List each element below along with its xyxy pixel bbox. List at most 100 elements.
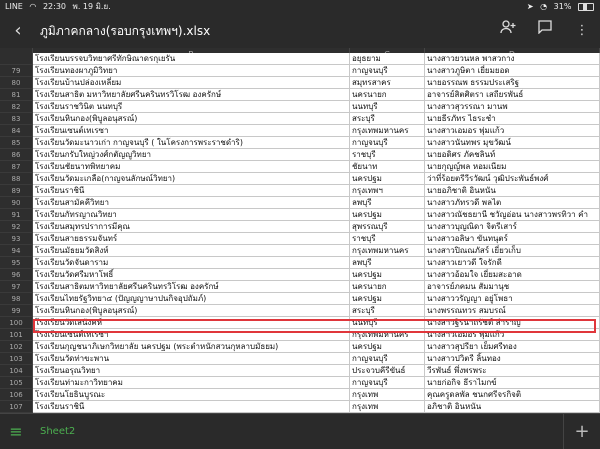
cell-contact[interactable]: นางสาวสุวรรณา มานพ	[425, 101, 600, 113]
cell-contact[interactable]: นายธีรภัทร ไธระชำ	[425, 113, 600, 125]
cell-contact[interactable]: นางสาวเอมอร พุ่มแก้ว	[425, 125, 600, 137]
cell-contact[interactable]: นางสาวยวนหล พาสวกาง	[425, 53, 600, 65]
row-number[interactable]: 98	[0, 293, 33, 305]
table-row[interactable]: 85 โรงเรียนวัดมะนาวเก่า กาญจนบุรี ( ในโคร…	[0, 137, 600, 149]
cell-school[interactable]: โรงเรียนสาธิต มหาวิทยาลัยศรีนครินทรวิโรฒ…	[33, 89, 350, 101]
row-number[interactable]: 99	[0, 305, 33, 317]
cell-contact[interactable]: นางสาวอลิษา ขันทนุตร์	[425, 233, 600, 245]
table-row[interactable]: 84 โรงเรียนเซนต์เทเรซา กรุงเทพมหานคร นางสาว…	[0, 125, 600, 137]
cell-province[interactable]: นครปฐม	[350, 173, 425, 185]
cell-province[interactable]: กาญจนบุรี	[350, 353, 425, 365]
cell-province[interactable]: สมุทรสาคร	[350, 77, 425, 89]
row-number[interactable]: 93	[0, 233, 33, 245]
cell-school[interactable]: โรงเรียนกรับใหญ่วงศ์กตัญญูวิทยา	[33, 149, 350, 161]
sheets-list-icon[interactable]: ≡	[6, 422, 26, 442]
cell-contact[interactable]: นางสาววรัญญา อยู่โพธา	[425, 293, 600, 305]
table-row[interactable]: 86 โรงเรียนกรับใหญ่วงศ์กตัญญูวิทยา ราชบุรี…	[0, 149, 600, 161]
cell-province[interactable]: ราชบุรี	[350, 149, 425, 161]
table-row[interactable]: 95 โรงเรียนวัดจันดาราม ลพบุรี นางสาวเยาวดี …	[0, 257, 600, 269]
cell-contact[interactable]: นายอภิชาติ อินหนัน	[425, 185, 600, 197]
cell-province[interactable]: กรุงเทพฯ	[350, 185, 425, 197]
cell-school[interactable]: โรงเรียนโยธินบูรณะ	[33, 389, 350, 401]
cell-school[interactable]: โรงเรียนชัยนาทพิทยาคม	[33, 161, 350, 173]
cell-school[interactable]: โรงเรียนวัดท่าขะพาน	[33, 353, 350, 365]
table-row[interactable]: 102 โรงเรียนกุญชนาภิเษกวิทยาลัย นครปฐม (พ…	[0, 341, 600, 353]
cell-province[interactable]: อยุธยาม	[350, 53, 425, 65]
row-number[interactable]: 105	[0, 377, 33, 389]
cell-contact[interactable]: นางสาวเอมอร พุ่มแก้ว	[425, 329, 600, 341]
add-sheet-button[interactable]: +	[563, 414, 600, 449]
table-row[interactable]: โรงเรียนบรรจบวิทยาศรีทักษิณาดรกุเยรัน อยุ…	[0, 53, 600, 65]
cell-contact[interactable]: อาจารย์สิตศิตรา เสถียรพันธ์	[425, 89, 600, 101]
table-row[interactable]: 80 โรงเรียนบ้านปล่องเหลี่ยม สมุทรสาคร นายอร…	[0, 77, 600, 89]
cell-province[interactable]: กรุงเทพ	[350, 401, 425, 413]
cell-contact[interactable]: นางสาวภัทรวดี พลไต	[425, 197, 600, 209]
cell-contact[interactable]: นางสาวภูษิตา เยี่ยมยอด	[425, 65, 600, 77]
row-number[interactable]: 86	[0, 149, 33, 161]
cell-school[interactable]: โรงเรียนกุญชนาภิเษกวิทยาลัย นครปฐม (พระต…	[33, 341, 350, 353]
row-number[interactable]: 92	[0, 221, 33, 233]
row-number[interactable]: 104	[0, 365, 33, 377]
row-number[interactable]: 103	[0, 353, 33, 365]
cell-province[interactable]: สระบุรี	[350, 305, 425, 317]
table-row[interactable]: 79 โรงเรียนทองผาภูมิวิทยา กาญจนบุรี นางสาวภ…	[0, 65, 600, 77]
cell-contact[interactable]: นางสาวอ้อมใจ เยี่ยมสะอาด	[425, 269, 600, 281]
table-row[interactable]: 90 โรงเรียนสามัคคีวิทยา ลพบุรี นางสาวภัทรวด…	[0, 197, 600, 209]
table-row[interactable]: 93 โรงเรียนสายธรรมจันทร์ ราชบุรี นางสาวอลิษ…	[0, 233, 600, 245]
row-number[interactable]: 81	[0, 89, 33, 101]
cell-school[interactable]: โรงเรียนอรุณวิทยา	[33, 365, 350, 377]
cell-school[interactable]: โรงเรียนราชินี	[33, 185, 350, 197]
row-number[interactable]: 84	[0, 125, 33, 137]
cell-contact[interactable]: นางสาวฐิรนาถรัชต์ สำราญ	[425, 317, 600, 329]
row-number[interactable]: 89	[0, 185, 33, 197]
cell-province[interactable]: นครนายก	[350, 281, 425, 293]
cell-school[interactable]: โรงเรียนบ้านปล่องเหลี่ยม	[33, 77, 350, 89]
cell-school[interactable]: โรงเรียนมัธยมวัดสิงห์	[33, 245, 350, 257]
cell-province[interactable]: กรุงเทพมหานคร	[350, 245, 425, 257]
table-row[interactable]: 83 โรงเรียนหินกอง(พิบูลอนุสรณ์) สระบุรี นาย…	[0, 113, 600, 125]
cell-province[interactable]: กรุงเทพมหานคร	[350, 125, 425, 137]
cell-school[interactable]: โรงเรียนเซนต์เทเรซา	[33, 125, 350, 137]
cell-contact[interactable]: นางสาวบุญณิดา จิตรีเสาร์	[425, 221, 600, 233]
row-number[interactable]: 100	[0, 317, 33, 329]
row-number[interactable]: 83	[0, 113, 33, 125]
cell-contact[interactable]: นางพรรณทวร สมบรณ์	[425, 305, 600, 317]
cell-contact[interactable]: นางสาวนันทพร มุขวัฒน์	[425, 137, 600, 149]
row-number[interactable]: 82	[0, 101, 33, 113]
sheet-tab[interactable]: Sheet2	[30, 414, 85, 449]
row-number[interactable]: 101	[0, 329, 33, 341]
table-row[interactable]: 97 โรงเรียนสาธิตมหาวิทยาลัยศรีนครินทรวิโร…	[0, 281, 600, 293]
cell-school[interactable]: โรงเรียนสมุทรปราการมีคุณ	[33, 221, 350, 233]
cell-school[interactable]: โรงเรียนเซนต์เทเรซา	[33, 329, 350, 341]
row-number[interactable]: 96	[0, 269, 33, 281]
cell-province[interactable]: นครปฐม	[350, 209, 425, 221]
cell-province[interactable]: กรุงเทพ	[350, 389, 425, 401]
row-number[interactable]	[0, 53, 33, 65]
row-number[interactable]: 85	[0, 137, 33, 149]
cell-contact[interactable]: วีรพันธ์ พึ่งพรพระ	[425, 365, 600, 377]
row-number[interactable]: 88	[0, 173, 33, 185]
table-row[interactable]: 87 โรงเรียนชัยนาทพิทยาคม ชัยนาท นายกุญญ์พล …	[0, 161, 600, 173]
row-number[interactable]: 95	[0, 257, 33, 269]
row-number[interactable]: 94	[0, 245, 33, 257]
table-row[interactable]: 88 โรงเรียนวัดมะเกลือ(กาญจนลักษณ์วิทยา) นค…	[0, 173, 600, 185]
cell-province[interactable]: ลพบุรี	[350, 257, 425, 269]
row-number[interactable]: 102	[0, 341, 33, 353]
row-number[interactable]: 90	[0, 197, 33, 209]
table-row[interactable]: 106 โรงเรียนโยธินบูรณะ กรุงเทพ คุณครูดลพัล …	[0, 389, 600, 401]
cell-contact[interactable]: ว่าที่ร้อยตรีวีรวัฒน์ วุฒิประพันธ์พงศ์	[425, 173, 600, 185]
cell-contact[interactable]: นายอรรณพ ธรรมประเสริฐ	[425, 77, 600, 89]
cell-province[interactable]: ประจวบคีรีขันธ์	[350, 365, 425, 377]
cell-province[interactable]: กาญจนบุรี	[350, 137, 425, 149]
cell-province[interactable]: สระบุรี	[350, 113, 425, 125]
cell-school[interactable]: โรงเรียนวัดศรีมหาโพธิ์	[33, 269, 350, 281]
table-row[interactable]: 96 โรงเรียนวัดศรีมหาโพธิ์ นครปฐม นางสาวอ้อม…	[0, 269, 600, 281]
back-arrow-icon[interactable]: ‹	[8, 21, 28, 41]
cell-school[interactable]: โรงเรียนสาธิตมหาวิทยาลัยศรีนครินทรวิโรฒ …	[33, 281, 350, 293]
table-row[interactable]: 92 โรงเรียนสมุทรปราการมีคุณ สุพรรณบุรี นางส…	[0, 221, 600, 233]
row-number[interactable]: 80	[0, 77, 33, 89]
cell-contact[interactable]: นายกุญญ์พล หอมเนียม	[425, 161, 600, 173]
cell-school[interactable]: โรงเรียนราชวินิต นนทบุรี	[33, 101, 350, 113]
table-row[interactable]: 105 โรงเรียนท่ามะกาวิทยาคม กาญจนบุรี นายก่อ…	[0, 377, 600, 389]
row-number[interactable]: 87	[0, 161, 33, 173]
